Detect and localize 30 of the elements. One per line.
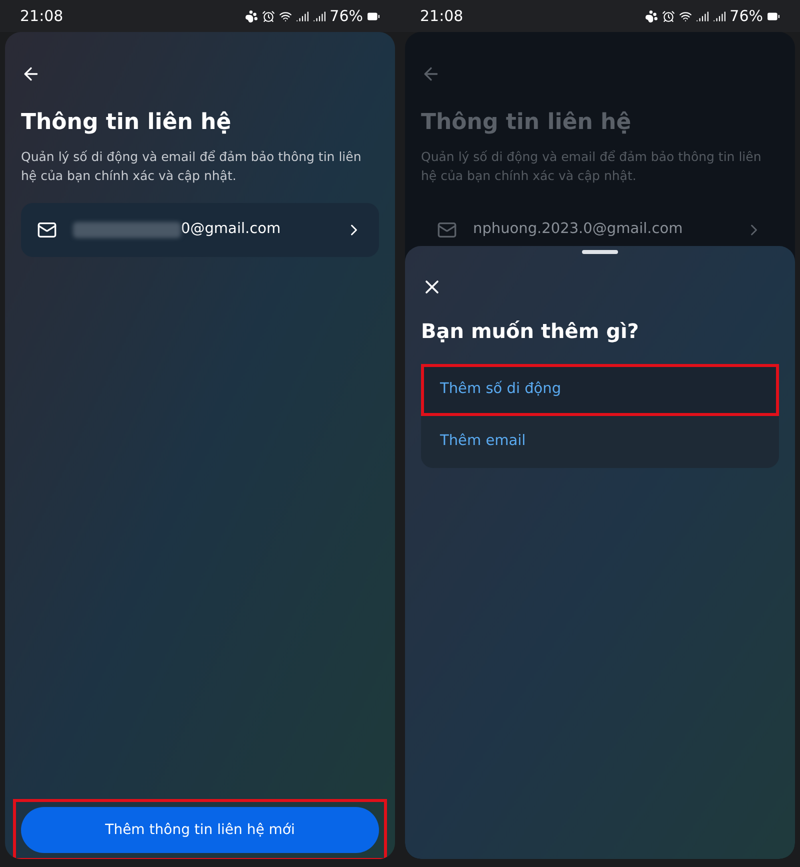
wifi-icon (278, 10, 292, 22)
mail-icon (37, 220, 57, 240)
signal-icon (312, 10, 326, 22)
page-description: Quản lý số di động và email để đảm bảo thông tin liên hệ của bạn chính xác và cập nhật. (21, 148, 362, 185)
email-row[interactable]: 0@gmail.com (21, 203, 379, 257)
battery-percent: 76% (330, 6, 363, 27)
mail-icon (437, 220, 457, 240)
option-item[interactable]: Thêm email (421, 416, 779, 468)
wifi-icon (678, 10, 692, 22)
status-time: 21:08 (20, 6, 64, 27)
page-title: Thông tin liên hệ (421, 109, 632, 137)
drag-handle[interactable] (582, 250, 618, 254)
paw-icon (644, 10, 658, 22)
signal-icon (712, 10, 726, 22)
signal-icon (296, 10, 309, 22)
email-address: nphuong.2023.0@gmail.com (473, 220, 683, 240)
paw-icon (244, 10, 258, 22)
sheet-title: Bạn muốn thêm gì? (421, 318, 640, 345)
alarm-icon (662, 10, 675, 22)
battery-icon (367, 10, 380, 22)
add-contact-button[interactable]: Thêm thông tin liên hệ mới (21, 807, 379, 853)
status-time: 21:08 (420, 6, 464, 27)
page-description: Quản lý số di động và email để đảm bảo thông tin liên hệ của bạn chính xác và cập nhật. (421, 148, 762, 185)
alarm-icon (262, 10, 275, 22)
signal-icon (696, 10, 709, 22)
battery-percent: 76% (730, 6, 763, 27)
page-title: Thông tin liên hệ (21, 109, 232, 137)
email-address: 0@gmail.com (181, 220, 281, 240)
option-item[interactable]: Thêm số di động (421, 364, 779, 416)
battery-icon (767, 10, 780, 22)
